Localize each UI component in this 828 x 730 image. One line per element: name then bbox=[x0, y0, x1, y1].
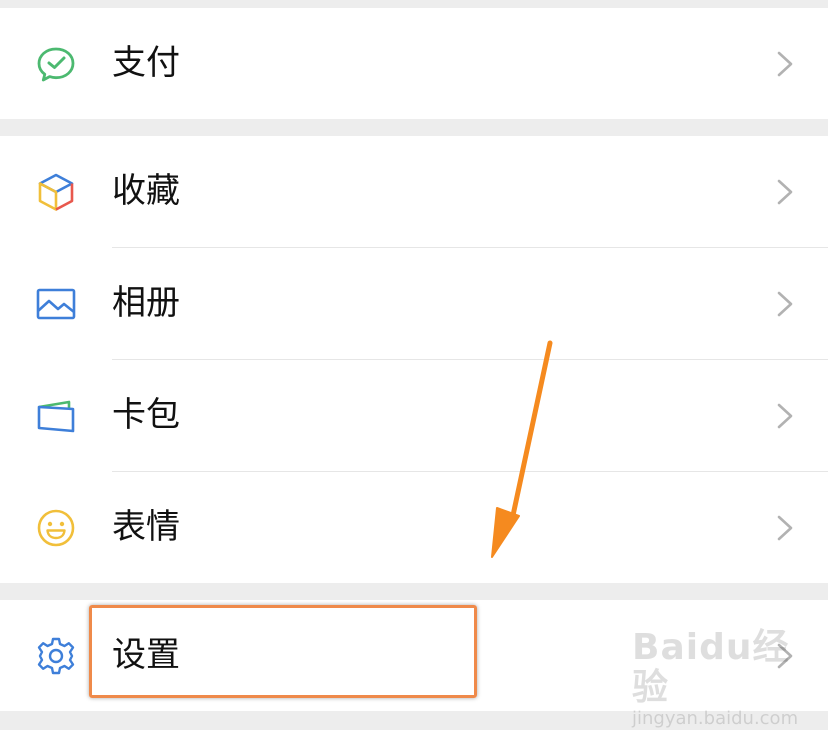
pay-group: 支付 bbox=[0, 8, 828, 119]
watermark-main-text: Baidu经验 bbox=[632, 627, 790, 708]
menu-item-favorites[interactable]: 收藏 bbox=[0, 136, 828, 247]
favorites-cube-icon bbox=[35, 171, 77, 213]
card-wallet-icon bbox=[35, 395, 77, 437]
chevron-right-icon bbox=[775, 290, 795, 318]
menu-item-album[interactable]: 相册 bbox=[0, 248, 828, 359]
chevron-right-icon bbox=[775, 514, 795, 542]
smiley-face-icon bbox=[35, 507, 77, 549]
chevron-right-icon bbox=[775, 402, 795, 430]
chevron-right-icon bbox=[775, 178, 795, 206]
baidu-watermark: Baidu经验 jingyan.baidu.com bbox=[632, 627, 798, 730]
menu-item-label: 收藏 bbox=[112, 171, 180, 211]
watermark-sub-text: jingyan.baidu.com bbox=[632, 708, 799, 729]
menu-item-cards[interactable]: 卡包 bbox=[0, 360, 828, 471]
menu-item-label: 卡包 bbox=[112, 395, 180, 435]
gear-icon bbox=[35, 635, 77, 677]
menu-item-stickers[interactable]: 表情 bbox=[0, 472, 828, 583]
chevron-right-icon bbox=[775, 50, 795, 78]
menu-item-pay[interactable]: 支付 bbox=[0, 8, 828, 119]
wechat-pay-icon bbox=[35, 43, 77, 85]
features-group: 收藏 相册 卡包 表情 bbox=[0, 136, 828, 583]
menu-item-label: 相册 bbox=[112, 283, 180, 323]
photo-album-icon bbox=[35, 283, 77, 325]
menu-item-label: 表情 bbox=[112, 507, 180, 547]
settings-highlight-box bbox=[89, 605, 477, 698]
menu-item-label: 支付 bbox=[112, 43, 180, 83]
